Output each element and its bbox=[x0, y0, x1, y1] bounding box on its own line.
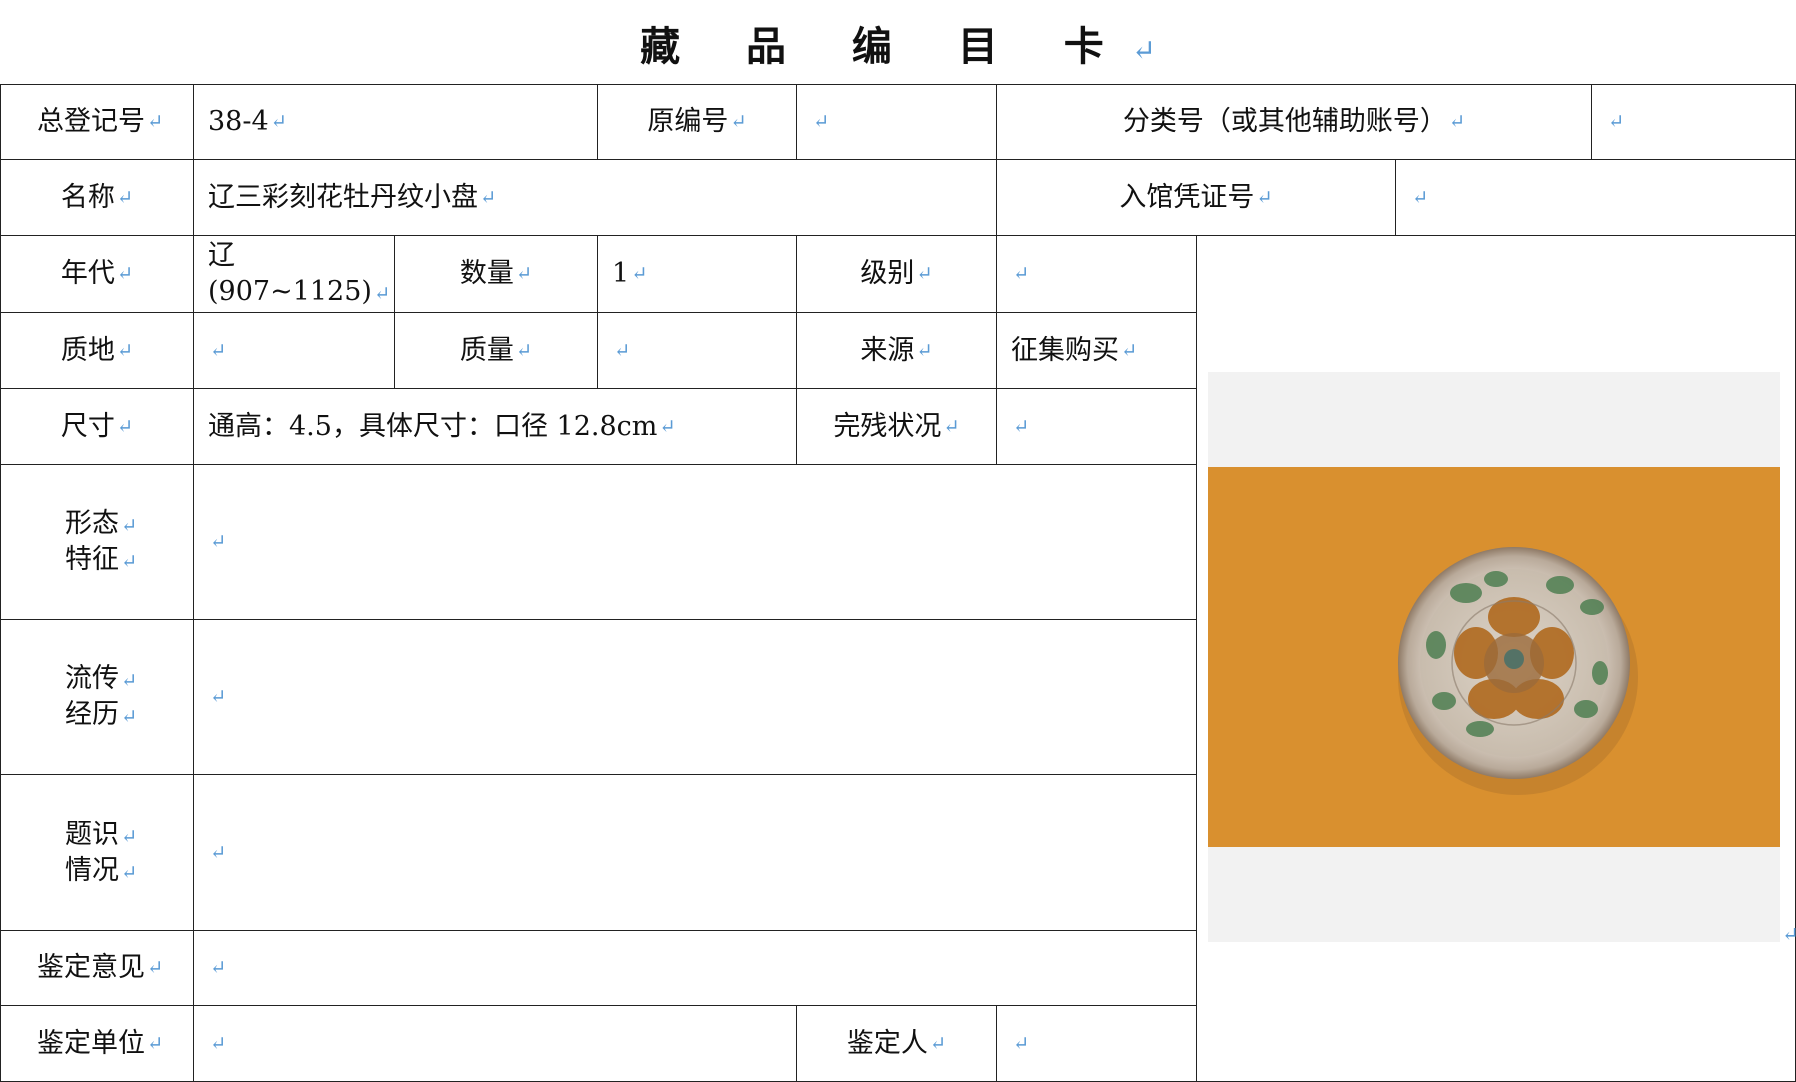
paragraph-mark: ↵ bbox=[614, 338, 631, 362]
paragraph-mark: ↵ bbox=[1448, 110, 1466, 134]
paragraph-mark: ↵ bbox=[659, 414, 676, 438]
label-xingtai: 形态 ↵ 特征 ↵ bbox=[0, 464, 194, 620]
paragraph-mark: ↵ bbox=[515, 338, 533, 362]
paragraph-mark-corner: ↵ bbox=[1782, 922, 1796, 946]
paragraph-mark: ↵ bbox=[210, 530, 227, 554]
paragraph-mark: ↵ bbox=[121, 824, 138, 848]
value-jianding-danwei[interactable]: ↵ bbox=[193, 1005, 797, 1082]
paragraph-mark: ↵ bbox=[813, 110, 830, 134]
value-xingtai[interactable]: ↵ bbox=[193, 464, 1197, 620]
paragraph-mark: ↵ bbox=[116, 338, 134, 362]
paragraph-mark: ↵ bbox=[210, 338, 227, 362]
paragraph-mark: ↵ bbox=[1608, 110, 1625, 134]
paragraph-mark: ↵ bbox=[1131, 33, 1156, 67]
paragraph-mark: ↵ bbox=[929, 1031, 947, 1055]
paragraph-mark: ↵ bbox=[210, 840, 227, 864]
label-liuchuan: 流传 ↵ 经历 ↵ bbox=[0, 619, 194, 775]
paragraph-mark: ↵ bbox=[1412, 185, 1429, 209]
paragraph-mark: ↵ bbox=[121, 550, 138, 573]
paragraph-mark: ↵ bbox=[730, 110, 747, 134]
value-yuanbianhao[interactable]: ↵ bbox=[796, 84, 997, 160]
label-yuanbianhao: 原编号 ↵ bbox=[597, 84, 797, 160]
paragraph-mark: ↵ bbox=[1013, 414, 1030, 438]
value-niandai[interactable]: 辽 (907~1125) ↵ bbox=[193, 235, 395, 313]
label-niandai: 年代 ↵ bbox=[0, 235, 194, 313]
paragraph-mark: ↵ bbox=[210, 1031, 227, 1055]
value-zongdengji[interactable]: 38-4 ↵ bbox=[193, 84, 598, 160]
paragraph-mark: ↵ bbox=[270, 110, 287, 134]
value-liuchuan[interactable]: ↵ bbox=[193, 619, 1197, 775]
value-jibie[interactable]: ↵ bbox=[996, 235, 1197, 313]
artifact-photo-frame bbox=[1208, 372, 1780, 942]
value-ruguan[interactable]: ↵ bbox=[1395, 159, 1796, 236]
paragraph-mark: ↵ bbox=[116, 185, 134, 209]
value-chicun[interactable]: 通高：4.5，具体尺寸：口径 12.8cm ↵ bbox=[193, 388, 797, 465]
label-jibie: 级别 ↵ bbox=[796, 235, 997, 313]
label-zhiliang: 质量 ↵ bbox=[394, 312, 598, 389]
page-title-text: 藏 品 编 目 卡 bbox=[640, 23, 1130, 70]
value-zhidi[interactable]: ↵ bbox=[193, 312, 395, 389]
paragraph-mark: ↵ bbox=[916, 338, 933, 362]
paragraph-mark: ↵ bbox=[210, 956, 227, 980]
value-mingcheng[interactable]: 辽三彩刻花牡丹纹小盘 ↵ bbox=[193, 159, 997, 236]
label-ruguan: 入馆凭证号 ↵ bbox=[996, 159, 1396, 236]
paragraph-mark: ↵ bbox=[116, 414, 134, 438]
artifact-photo-plate bbox=[1208, 467, 1780, 847]
label-jianding-ren: 鉴定人 ↵ bbox=[796, 1005, 997, 1082]
paragraph-mark: ↵ bbox=[1121, 338, 1138, 362]
value-jianding-ren[interactable]: ↵ bbox=[996, 1005, 1197, 1082]
paragraph-mark: ↵ bbox=[515, 262, 533, 286]
label-zongdengji: 总登记号 ↵ bbox=[0, 84, 194, 160]
label-mingcheng: 名称 ↵ bbox=[0, 159, 194, 236]
peony-core bbox=[1504, 649, 1524, 669]
paragraph-mark: ↵ bbox=[121, 514, 138, 538]
paragraph-mark: ↵ bbox=[147, 1031, 164, 1055]
label-chicun: 尺寸 ↵ bbox=[0, 388, 194, 465]
value-laiyuan[interactable]: 征集购买 ↵ bbox=[996, 312, 1197, 389]
label-zhidi: 质地 ↵ bbox=[0, 312, 194, 389]
value-wancan[interactable]: ↵ bbox=[996, 388, 1197, 465]
paragraph-mark: ↵ bbox=[916, 262, 933, 286]
value-shuliang[interactable]: 1 ↵ bbox=[597, 235, 797, 313]
value-zhiliang[interactable]: ↵ bbox=[597, 312, 797, 389]
label-jianding-yijian: 鉴定意见 ↵ bbox=[0, 930, 194, 1006]
paragraph-mark: ↵ bbox=[121, 669, 138, 693]
paragraph-mark: ↵ bbox=[210, 685, 227, 709]
value-tishi[interactable]: ↵ bbox=[193, 774, 1197, 931]
label-fenleihao: 分类号（或其他辅助账号） ↵ bbox=[996, 84, 1592, 160]
paragraph-mark: ↵ bbox=[116, 262, 134, 286]
label-shuliang: 数量 ↵ bbox=[394, 235, 598, 313]
paragraph-mark: ↵ bbox=[1013, 1031, 1030, 1055]
paragraph-mark: ↵ bbox=[147, 956, 164, 980]
label-laiyuan: 来源 ↵ bbox=[796, 312, 997, 389]
paragraph-mark: ↵ bbox=[147, 110, 164, 134]
paragraph-mark: ↵ bbox=[1256, 185, 1273, 209]
paragraph-mark: ↵ bbox=[480, 185, 497, 209]
paragraph-mark: ↵ bbox=[121, 860, 138, 884]
paragraph-mark: ↵ bbox=[631, 262, 648, 286]
value-jianding-yijian[interactable]: ↵ bbox=[193, 930, 1197, 1006]
label-jianding-danwei: 鉴定单位 ↵ bbox=[0, 1005, 194, 1082]
paragraph-mark: ↵ bbox=[121, 705, 138, 728]
page-title: 藏 品 编 目 卡↵ bbox=[0, 14, 1796, 72]
paragraph-mark: ↵ bbox=[373, 282, 391, 305]
paragraph-mark: ↵ bbox=[943, 414, 960, 438]
value-fenleihao[interactable]: ↵ bbox=[1591, 84, 1796, 160]
label-wancan: 完残状况 ↵ bbox=[796, 388, 997, 465]
paragraph-mark: ↵ bbox=[1013, 262, 1030, 286]
label-tishi: 题识 ↵ 情况 ↵ bbox=[0, 774, 194, 931]
